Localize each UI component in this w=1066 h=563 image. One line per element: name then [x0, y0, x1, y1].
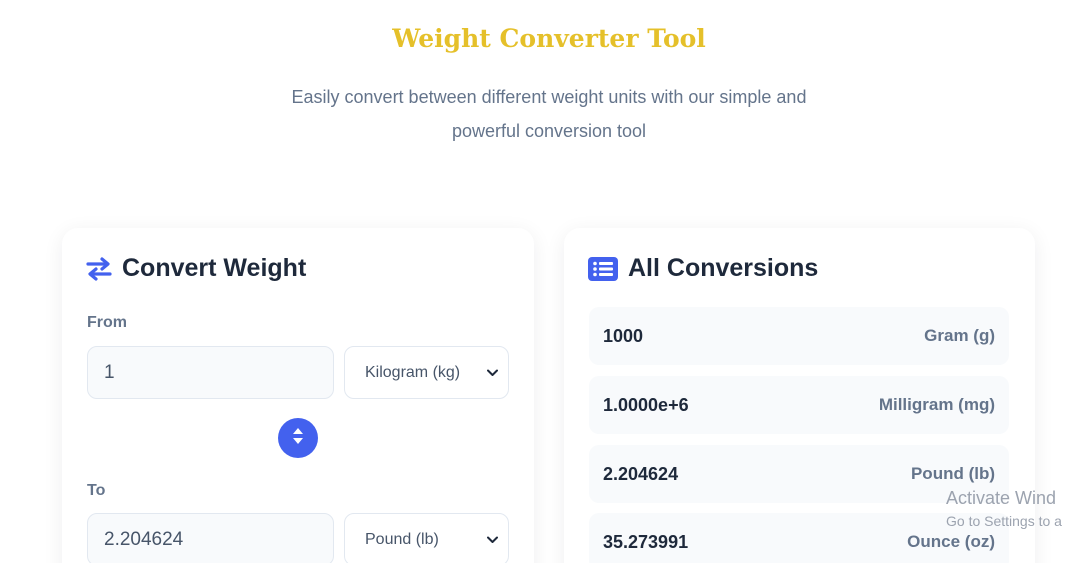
activate-windows-watermark: Activate Wind Go to Settings to a [946, 488, 1062, 529]
from-unit-select[interactable]: Kilogram (kg) [344, 346, 509, 399]
conversion-value: 1.0000e+6 [603, 394, 689, 415]
from-value-input[interactable] [87, 346, 334, 399]
to-label: To [87, 482, 106, 499]
page-title: Weight Converter Tool [392, 24, 706, 53]
conversion-value: 1000 [603, 325, 644, 346]
conversion-unit: Ounce (oz) [907, 532, 995, 551]
swap-units-button[interactable] [278, 418, 318, 458]
page-subtitle: Easily convert between different weight … [274, 80, 824, 148]
from-unit-value: Kilogram (kg) [365, 363, 461, 381]
chevron-down-icon [487, 366, 498, 380]
convert-weight-card: Convert Weight From Kilogram (kg) To Pou… [62, 228, 534, 563]
to-value-input[interactable] [87, 513, 334, 563]
subtitle-line-2: powerful conversion tool [451, 121, 647, 141]
watermark-line-2: Go to Settings to a [946, 513, 1062, 529]
conversion-row-gram: 1000 Gram (g) [589, 307, 1009, 365]
from-label: From [87, 314, 127, 331]
all-conversions-header: All Conversions [588, 254, 818, 283]
list-icon [588, 256, 618, 281]
conversion-unit: Gram (g) [924, 326, 995, 345]
to-unit-select[interactable]: Pound (lb) [344, 513, 509, 563]
sort-arrows-icon [292, 427, 304, 450]
swap-arrows-icon [86, 256, 112, 282]
convert-weight-title: Convert Weight [122, 254, 307, 282]
conversion-unit: Pound (lb) [910, 464, 995, 483]
chevron-down-icon [487, 533, 498, 547]
conversion-value: 2.204624 [603, 463, 679, 484]
conversion-value: 35.273991 [603, 531, 689, 552]
subtitle-line-1: Easily convert between different weight … [291, 87, 807, 107]
all-conversions-title: All Conversions [628, 254, 819, 282]
conversion-row-milligram: 1.0000e+6 Milligram (mg) [589, 376, 1009, 434]
to-unit-value: Pound (lb) [365, 530, 439, 548]
convert-weight-header: Convert Weight [86, 254, 306, 283]
watermark-line-1: Activate Wind [946, 488, 1057, 508]
conversion-unit: Milligram (mg) [878, 395, 995, 414]
